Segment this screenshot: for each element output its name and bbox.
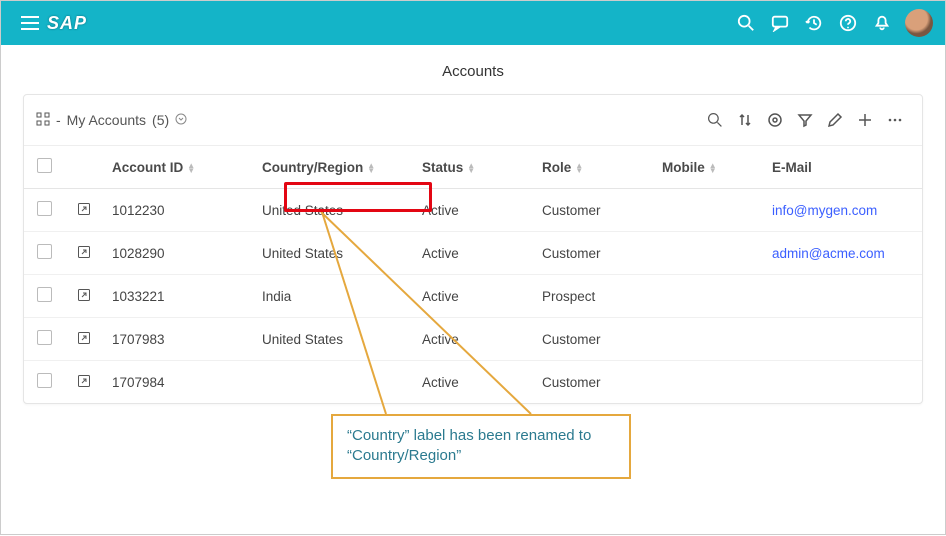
app-header: SAP [1, 1, 945, 45]
filter-icon[interactable] [790, 105, 820, 135]
table-row[interactable]: 1707983United StatesActiveCustomer [24, 318, 922, 361]
row-checkbox[interactable] [37, 287, 52, 302]
add-icon[interactable] [850, 105, 880, 135]
cell-country: India [254, 275, 414, 318]
callout-box: “Country” label has been renamed to “Cou… [331, 414, 631, 479]
accounts-table: Account ID▲▼ Country/Region▲▼ Status▲▼ R… [24, 146, 922, 403]
open-icon[interactable] [77, 247, 91, 262]
cell-mobile [654, 189, 764, 232]
view-count: (5) [152, 112, 169, 128]
cell-mobile [654, 361, 764, 404]
page-title: Accounts [1, 45, 945, 94]
sort-indicator-icon: ▲▼ [187, 163, 195, 173]
callout-text: “Country” label has been renamed to “Cou… [347, 427, 591, 464]
table-header-row: Account ID▲▼ Country/Region▲▼ Status▲▼ R… [24, 146, 922, 189]
table-row[interactable]: 1033221IndiaActiveProspect [24, 275, 922, 318]
menu-icon[interactable] [15, 8, 45, 38]
history-icon[interactable] [799, 8, 829, 38]
cell-status: Active [414, 318, 534, 361]
cell-mobile [654, 318, 764, 361]
select-all-checkbox[interactable] [37, 158, 52, 173]
open-icon[interactable] [77, 376, 91, 391]
cell-status: Active [414, 232, 534, 275]
sort-indicator-icon: ▲▼ [367, 163, 375, 173]
cell-role: Prospect [534, 275, 654, 318]
sort-indicator-icon: ▲▼ [467, 163, 475, 173]
open-icon[interactable] [77, 290, 91, 305]
user-avatar[interactable] [905, 9, 933, 37]
cell-country: United States [254, 189, 414, 232]
cell-account-id: 1028290 [104, 232, 254, 275]
cell-status: Active [414, 361, 534, 404]
col-country-region[interactable]: Country/Region▲▼ [254, 146, 414, 189]
cell-country: United States [254, 318, 414, 361]
settings-icon[interactable] [760, 105, 790, 135]
col-email[interactable]: E-Mail [764, 146, 922, 189]
table-row[interactable]: 1012230United StatesActiveCustomer info@m… [24, 189, 922, 232]
cell-account-id: 1033221 [104, 275, 254, 318]
sap-logo: SAP [47, 13, 87, 34]
accounts-toolbar: - My Accounts (5) [24, 95, 922, 146]
cell-account-id: 1012230 [104, 189, 254, 232]
row-checkbox[interactable] [37, 201, 52, 216]
row-checkbox[interactable] [37, 373, 52, 388]
view-label: My Accounts [67, 112, 146, 128]
cell-email[interactable]: info@mygen.com [764, 189, 922, 232]
sort-indicator-icon: ▲▼ [575, 163, 583, 173]
cell-email [764, 318, 922, 361]
cell-country: United States [254, 232, 414, 275]
cell-email [764, 275, 922, 318]
search-icon[interactable] [731, 8, 761, 38]
table-row[interactable]: 1028290United StatesActiveCustomer admin@… [24, 232, 922, 275]
col-account-id[interactable]: Account ID▲▼ [104, 146, 254, 189]
sort-icon[interactable] [730, 105, 760, 135]
open-icon[interactable] [77, 333, 91, 348]
help-icon[interactable] [833, 8, 863, 38]
cell-country [254, 361, 414, 404]
col-role[interactable]: Role▲▼ [534, 146, 654, 189]
row-checkbox[interactable] [37, 244, 52, 259]
sort-indicator-icon: ▲▼ [709, 163, 717, 173]
cell-mobile [654, 232, 764, 275]
table-search-icon[interactable] [700, 105, 730, 135]
cell-account-id: 1707983 [104, 318, 254, 361]
chat-icon[interactable] [765, 8, 795, 38]
row-checkbox[interactable] [37, 330, 52, 345]
grid-icon [36, 112, 50, 129]
accounts-card: - My Accounts (5) [23, 94, 923, 404]
cell-role: Customer [534, 318, 654, 361]
cell-role: Customer [534, 361, 654, 404]
open-icon[interactable] [77, 204, 91, 219]
col-mobile[interactable]: Mobile▲▼ [654, 146, 764, 189]
chevron-down-icon [175, 112, 187, 128]
cell-account-id: 1707984 [104, 361, 254, 404]
cell-status: Active [414, 189, 534, 232]
edit-icon[interactable] [820, 105, 850, 135]
col-status[interactable]: Status▲▼ [414, 146, 534, 189]
cell-email[interactable]: admin@acme.com [764, 232, 922, 275]
notifications-icon[interactable] [867, 8, 897, 38]
cell-email [764, 361, 922, 404]
table-row[interactable]: 1707984 ActiveCustomer [24, 361, 922, 404]
cell-role: Customer [534, 232, 654, 275]
cell-role: Customer [534, 189, 654, 232]
view-selector[interactable]: - My Accounts (5) [36, 112, 187, 129]
more-icon[interactable] [880, 105, 910, 135]
cell-mobile [654, 275, 764, 318]
cell-status: Active [414, 275, 534, 318]
